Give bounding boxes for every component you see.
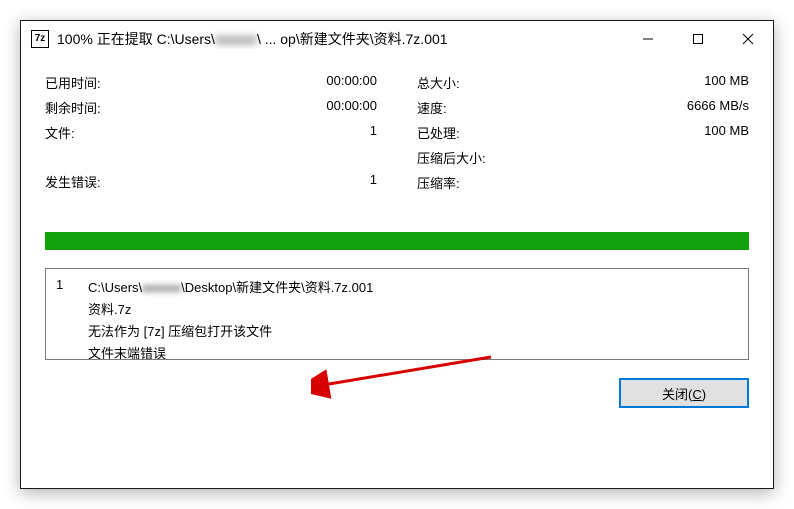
redacted-username: xxxxxx <box>215 31 257 47</box>
titlebar-title: 100% 正在提取 C:\Users\xxxxxx\ ... op\新建文件夹\… <box>57 29 623 49</box>
close-window-button[interactable] <box>723 21 773 56</box>
error-index: 1 <box>56 277 70 351</box>
speed-label: 速度: <box>417 98 447 117</box>
extraction-dialog: 7z 100% 正在提取 C:\Users\xxxxxx\ ... op\新建文… <box>20 20 774 489</box>
progress-bar <box>45 232 749 250</box>
minimize-icon <box>642 33 654 45</box>
app-7z-icon: 7z <box>31 30 49 48</box>
files-value: 1 <box>370 123 377 142</box>
titlebar[interactable]: 7z 100% 正在提取 C:\Users\xxxxxx\ ... op\新建文… <box>21 21 773 57</box>
redacted-username: xxxxxx <box>142 280 181 295</box>
stats-area: 已用时间: 00:00:00 剩余时间: 00:00:00 文件: 1 发生错误… <box>45 73 749 192</box>
remaining-time-value: 00:00:00 <box>326 98 377 117</box>
dialog-content: 已用时间: 00:00:00 剩余时间: 00:00:00 文件: 1 发生错误… <box>21 57 773 424</box>
progress-wrap <box>45 232 749 250</box>
close-icon <box>742 33 754 45</box>
processed-label: 已处理: <box>417 123 460 142</box>
error-cannot-open: 无法作为 [7z] 压缩包打开该文件 <box>88 321 373 340</box>
close-button[interactable]: 关闭(C) <box>619 378 749 408</box>
total-size-label: 总大小: <box>417 73 460 92</box>
errors-label: 发生错误: <box>45 172 101 191</box>
compressed-size-label: 压缩后大小: <box>417 148 486 167</box>
errors-value: 1 <box>370 172 377 191</box>
error-archive-name: 资料.7z <box>88 299 373 318</box>
stats-right-column: 总大小: 100 MB 速度: 6666 MB/s 已处理: 100 MB 压缩… <box>417 73 749 192</box>
speed-value: 6666 MB/s <box>687 98 749 117</box>
maximize-button[interactable] <box>673 21 723 56</box>
button-row: 关闭(C) <box>45 378 749 408</box>
elapsed-time-label: 已用时间: <box>45 73 101 92</box>
processed-value: 100 MB <box>704 123 749 142</box>
error-messages-box: 1 C:\Users\xxxxxx\Desktop\新建文件夹\资料.7z.00… <box>45 268 749 360</box>
maximize-icon <box>692 33 704 45</box>
total-size-value: 100 MB <box>704 73 749 92</box>
ratio-label: 压缩率: <box>417 173 460 192</box>
error-unexpected-end: 文件末端错误 <box>88 343 373 360</box>
files-label: 文件: <box>45 123 75 142</box>
minimize-button[interactable] <box>623 21 673 56</box>
remaining-time-label: 剩余时间: <box>45 98 101 117</box>
error-file-path: C:\Users\xxxxxx\Desktop\新建文件夹\资料.7z.001 <box>88 277 373 296</box>
stats-left-column: 已用时间: 00:00:00 剩余时间: 00:00:00 文件: 1 发生错误… <box>45 73 377 192</box>
elapsed-time-value: 00:00:00 <box>326 73 377 92</box>
